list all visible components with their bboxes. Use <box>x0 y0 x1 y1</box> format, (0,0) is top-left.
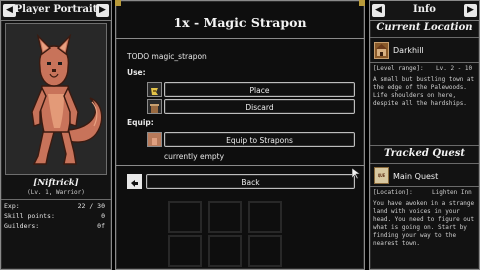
stat-label: Skill points: <box>4 212 55 220</box>
item-description: TODO magic_strapon <box>127 52 207 61</box>
info-panel: ◀ Info ▶ Current Location Darkhill [Leve… <box>369 0 480 270</box>
tracked-quest-heading: Tracked Quest <box>384 148 465 159</box>
equip-label: Equip: <box>127 118 154 127</box>
quest-location-label: [Location]: <box>373 189 413 196</box>
back-button[interactable]: Back <box>146 174 355 189</box>
quest-icon-text: QUE <box>377 173 386 178</box>
corner-ornament <box>359 0 365 6</box>
quest-name-divider <box>370 186 479 187</box>
info-title: Info <box>413 4 436 15</box>
equip-status: currently empty <box>164 152 225 161</box>
inventory-slot <box>208 235 242 267</box>
location-icon <box>374 42 389 59</box>
item-dialog: 1x - Magic Strapon TODO magic_strapon Us… <box>115 0 365 270</box>
location-description: A small but bustling town at the edge of… <box>373 76 475 107</box>
corner-ornament <box>115 0 121 6</box>
next-portrait-button[interactable]: ▶ <box>96 4 109 17</box>
place-button[interactable]: Place <box>164 82 355 97</box>
stats-divider <box>1 199 111 200</box>
stat-label: Exp: <box>4 202 20 210</box>
player-portrait-header: ◀ Player Portrait ▶ <box>1 1 111 21</box>
character-portrait-image <box>31 33 103 165</box>
info-next-button[interactable]: ▶ <box>464 4 477 17</box>
tracked-quest-divider <box>370 163 479 164</box>
info-header: ◀ Info ▶ <box>370 1 479 21</box>
player-info: [Niftrick] (Lv. 1, Warrior) <box>1 178 111 196</box>
equip-to-strapons-button[interactable]: Equip to Strapons <box>164 132 355 147</box>
back-icon <box>127 174 142 189</box>
player-portrait-title: Player Portrait <box>14 4 98 15</box>
dialog-title: 1x - Magic Strapon <box>173 15 307 30</box>
inventory-slot <box>248 201 282 233</box>
player-name: [Niftrick] <box>33 178 79 188</box>
current-location-divider <box>370 37 479 38</box>
faded-inventory-grid <box>168 201 316 267</box>
place-icon <box>147 82 162 97</box>
stat-value: 0f <box>97 222 105 230</box>
level-range-label: [Level range]: <box>373 65 424 72</box>
current-location-heading: Current Location <box>376 22 473 33</box>
quest-name: Main Quest <box>393 172 439 181</box>
back-divider <box>116 165 364 166</box>
inventory-slot <box>208 201 242 233</box>
stat-label: Guilders: <box>4 222 40 230</box>
inventory-slot <box>248 235 282 267</box>
quest-icon: QUE <box>374 167 389 184</box>
tracked-quest-divider-top <box>370 145 479 146</box>
stat-row-exp: Exp: 22 / 30 <box>4 202 105 211</box>
player-portrait-panel: ◀ Player Portrait ▶ [Niftrick] (Lv. 1, W… <box>0 0 112 270</box>
player-class-level: (Lv. 1, Warrior) <box>27 189 85 196</box>
location-name-divider <box>370 62 479 63</box>
inventory-slot <box>168 201 202 233</box>
discard-icon <box>147 99 162 114</box>
mouse-cursor-icon <box>352 168 360 180</box>
stat-row-skill-points: Skill points: 0 <box>4 212 105 221</box>
quest-location-value: Lighten Inn <box>432 189 472 196</box>
quest-description: You have awoken in a strange land with v… <box>373 200 475 247</box>
location-name: Darkhill <box>393 46 424 55</box>
use-label: Use: <box>127 68 146 77</box>
strapon-slot-icon <box>147 132 162 147</box>
dialog-title-divider <box>116 38 364 39</box>
stat-value: 0 <box>101 212 105 220</box>
stat-value: 22 / 30 <box>77 202 105 210</box>
inventory-slot <box>168 235 202 267</box>
portrait-frame <box>5 23 107 175</box>
level-range-value: Lv. 2 - 10 <box>436 65 473 72</box>
stat-row-guilders: Guilders: 0f <box>4 222 105 231</box>
discard-button[interactable]: Discard <box>164 99 355 114</box>
